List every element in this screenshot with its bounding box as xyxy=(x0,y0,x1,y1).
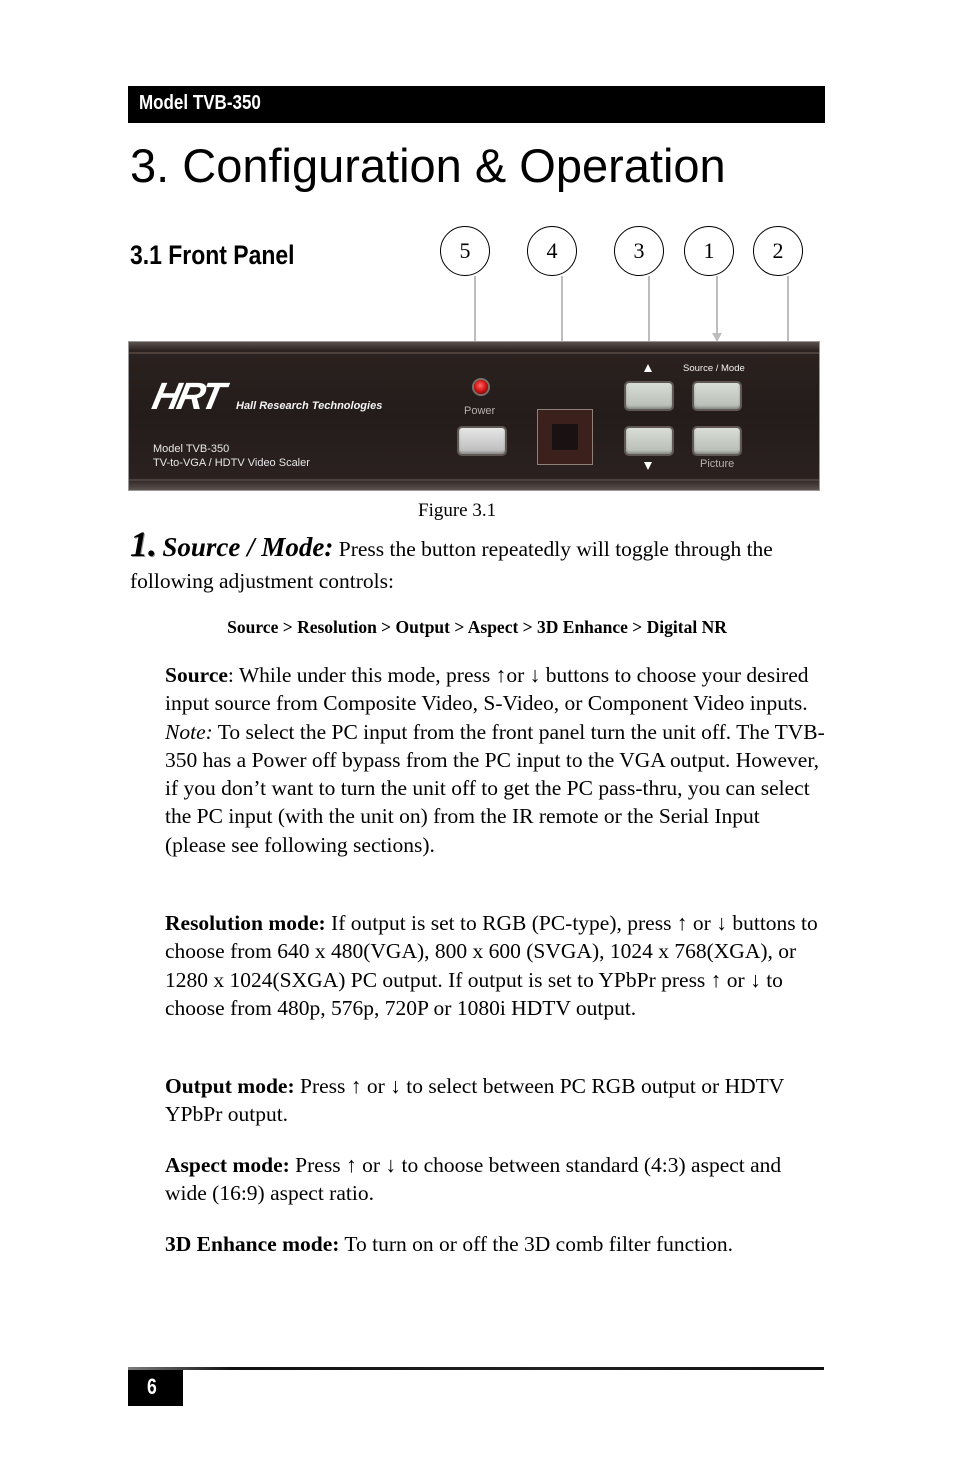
callout-2: 2 xyxy=(753,226,803,276)
leader-line-5 xyxy=(474,276,476,342)
enhance3d-mode-paragraph: 3D Enhance mode: To turn on or off the 3… xyxy=(165,1230,825,1258)
company-name: Hall Research Technologies xyxy=(236,400,383,412)
leader-line-4 xyxy=(561,276,563,342)
callout-1: 1 xyxy=(684,226,734,276)
source-mode-paragraph: Source: While under this mode, press ↑or… xyxy=(165,661,825,859)
resolution-mode-paragraph: Resolution mode: If output is set to RGB… xyxy=(165,909,825,1022)
power-button xyxy=(459,428,505,454)
item-number: 1. xyxy=(130,524,157,564)
up-triangle-icon xyxy=(644,364,652,372)
page-number-box: 6 xyxy=(128,1370,183,1406)
power-label: Power xyxy=(464,405,496,417)
source-text-b: To select the PC input from the front pa… xyxy=(165,719,825,857)
source-label: Source xyxy=(165,663,228,687)
footer-rule xyxy=(128,1367,824,1370)
power-led-icon xyxy=(474,380,488,394)
panel-description: TV-to-VGA / HDTV Video Scaler xyxy=(153,457,310,469)
panel-rail-top xyxy=(129,352,819,354)
source-mode-button xyxy=(694,383,740,409)
resolution-label: Resolution mode: xyxy=(165,911,326,935)
callout-4: 4 xyxy=(527,226,577,276)
callout-5: 5 xyxy=(440,226,490,276)
picture-button xyxy=(694,428,740,454)
leader-line-2 xyxy=(787,276,789,342)
up-button xyxy=(626,383,672,409)
arrow-down-icon xyxy=(712,333,722,342)
item-name: Source / Mode: xyxy=(162,532,334,562)
enhance3d-label: 3D Enhance mode: xyxy=(165,1232,340,1256)
chapter-title: 3. Configuration & Operation xyxy=(130,139,726,192)
panel-model: Model TVB-350 xyxy=(153,443,230,455)
down-triangle-icon xyxy=(644,462,652,470)
leader-line-3 xyxy=(648,276,650,342)
item-1-heading: 1. Source / Mode: Press the button repea… xyxy=(130,526,820,597)
note-label: Note: xyxy=(165,719,213,744)
enhance3d-text: To turn on or off the 3D comb filter fun… xyxy=(339,1232,733,1256)
mode-sequence: Source > Resolution > Output > Aspect > … xyxy=(0,617,954,638)
header-model: Model TVB-350 xyxy=(139,92,261,114)
page-number: 6 xyxy=(147,1374,157,1399)
down-button xyxy=(626,428,672,454)
running-header: Model TVB-350 xyxy=(128,86,825,123)
section-title: 3.1 Front Panel xyxy=(130,240,295,270)
panel-model-text: Model TVB-350 TV-to-VGA / HDTV Video Sca… xyxy=(153,442,310,470)
source-text-a: : While under this mode, press ↑or ↓ but… xyxy=(165,663,809,716)
figure-caption: Figure 3.1 xyxy=(418,500,497,521)
panel-rail-bottom xyxy=(129,479,819,481)
mode-sequence-text: Source > Resolution > Output > Aspect > … xyxy=(227,617,727,637)
hrt-logo: HRT xyxy=(148,376,226,418)
picture-label: Picture xyxy=(700,458,735,470)
front-panel-illustration: HRT Hall Research Technologies Model TVB… xyxy=(129,342,819,490)
leader-line-1 xyxy=(716,276,718,334)
ir-sensor-window xyxy=(538,410,592,464)
source-mode-label: Source / Mode xyxy=(683,363,745,374)
aspect-mode-paragraph: Aspect mode: Press ↑ or ↓ to choose betw… xyxy=(165,1151,825,1208)
output-mode-paragraph: Output mode: Press ↑ or ↓ to select betw… xyxy=(165,1072,825,1129)
output-label: Output mode: xyxy=(165,1074,295,1098)
callout-3: 3 xyxy=(614,226,664,276)
aspect-label: Aspect mode: xyxy=(165,1153,290,1177)
